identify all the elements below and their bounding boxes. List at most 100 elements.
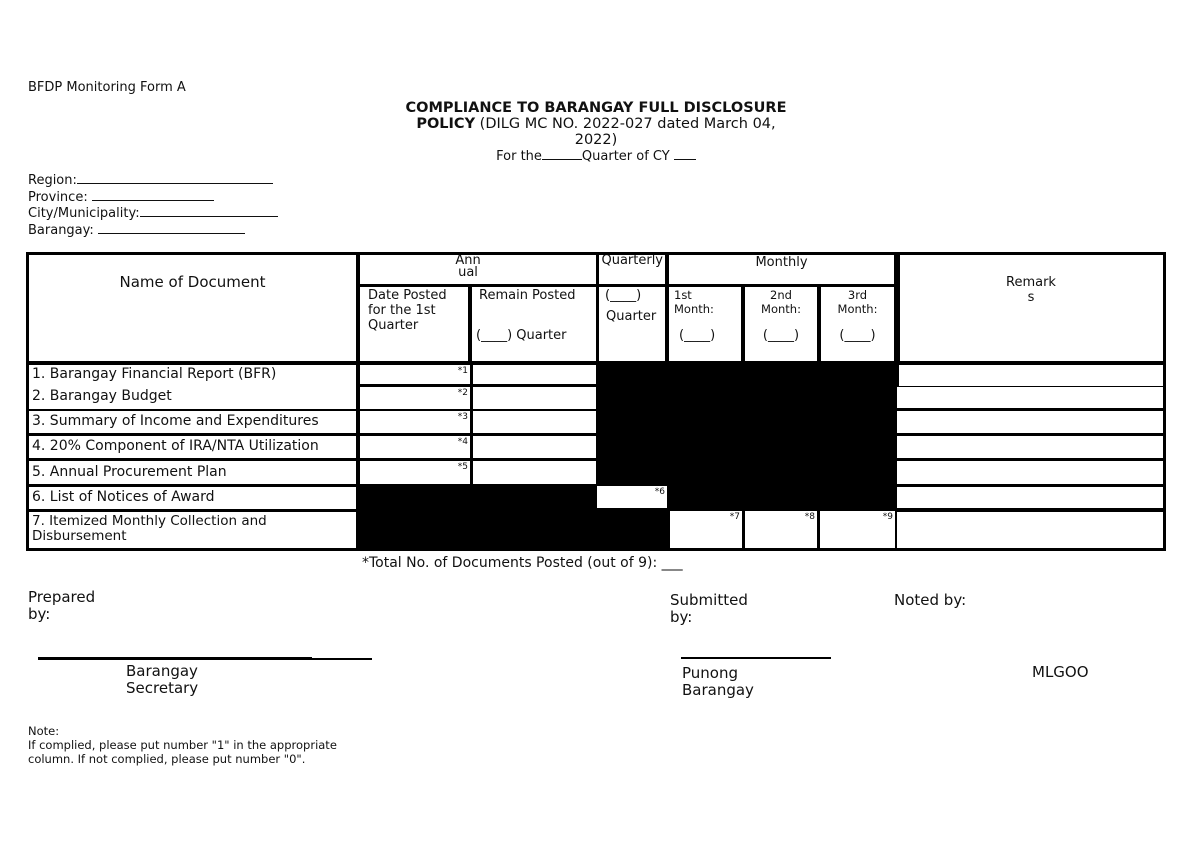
remain-posted-input-2[interactable]	[473, 387, 596, 409]
period-mid: Quarter of CY	[581, 149, 670, 164]
quarter-blank[interactable]	[541, 148, 582, 160]
header-month-1: 1st Month: (____)	[669, 287, 741, 361]
month-1-sub: Month:	[674, 302, 714, 316]
compliance-table: Name of Document Annual Quarterly Monthl…	[26, 252, 1166, 551]
name-of-document-label: Name of Document	[119, 273, 266, 291]
title-line-3: 2022)	[574, 132, 618, 148]
barangay-input[interactable]	[97, 222, 245, 234]
quarterly-label: Quarterly	[601, 255, 663, 268]
item-marker: *6	[654, 487, 665, 497]
quarter-label: Quarter	[606, 309, 657, 324]
remarks-input-2[interactable]	[897, 387, 1163, 408]
region-input[interactable]	[76, 172, 273, 184]
submitted-role: Punong Barangay	[682, 664, 754, 699]
date-posted-input-2[interactable]: *2	[360, 387, 470, 409]
prepared-role: Barangay Secretary	[126, 662, 199, 697]
city-label: City/Municipality:	[28, 206, 140, 221]
date-posted-input-5[interactable]: *5	[360, 461, 470, 484]
row-name: 5. Annual Procurement Plan	[32, 464, 227, 480]
remarks-input-6[interactable]	[897, 487, 1163, 508]
barangay-field: Barangay:	[28, 222, 278, 239]
quarter-blank-label: (____)	[605, 288, 642, 303]
cy-blank[interactable]	[673, 148, 696, 160]
prepared-signature-line-ext	[312, 658, 372, 660]
annual-label: Annual	[455, 255, 481, 280]
location-fields: Region: Province: City/Municipality: Bar…	[28, 172, 278, 238]
table-row: 5. Annual Procurement Plan	[29, 461, 356, 484]
noted-by-label: Noted by:	[894, 591, 967, 609]
monthly-label: Monthly	[755, 255, 808, 270]
submitted-by-label: Submitted by:	[670, 591, 748, 626]
month-1-input-7[interactable]: *7	[670, 511, 742, 548]
item-marker: *3	[457, 412, 468, 422]
month-3-input-9[interactable]: *9	[820, 511, 895, 548]
note: Note: If complied, please put number "1"…	[28, 724, 368, 766]
header-name-of-document: Name of Document	[29, 255, 356, 361]
title-bold-2: POLICY	[416, 116, 476, 132]
remarks-input-4[interactable]	[897, 436, 1163, 458]
date-posted-input-1[interactable]: *1	[360, 365, 470, 384]
remain-quarter-label: (____) Quarter	[476, 328, 567, 343]
remarks-input-7[interactable]	[897, 512, 1163, 548]
remain-posted-input-5[interactable]	[473, 461, 596, 484]
period-line: For the Quarter of CY	[370, 148, 822, 165]
total-documents-posted: *Total No. of Documents Posted (out of 9…	[362, 555, 683, 571]
form-code: BFDP Monitoring Form A	[28, 80, 186, 95]
row-name: 3. Summary of Income and Expenditures	[32, 413, 319, 429]
month-1-blank[interactable]: (____)	[679, 328, 715, 343]
remain-posted-input-1[interactable]	[473, 365, 596, 384]
row-name: 2. Barangay Budget	[32, 388, 172, 404]
header-annual: Annual	[360, 255, 596, 284]
table-row: 4. 20% Component of IRA/NTA Utilization	[29, 436, 356, 458]
item-marker: *5	[457, 462, 468, 472]
remarks-input-1[interactable]	[899, 365, 1163, 386]
month-3-label: 3rd	[847, 288, 868, 302]
item-marker: *9	[882, 512, 893, 522]
period-prefix: For the	[496, 149, 542, 164]
quarterly-input-6[interactable]: *6	[597, 486, 667, 508]
header-quarterly: Quarterly	[599, 255, 665, 284]
item-marker: *4	[457, 437, 468, 447]
table-row: 3. Summary of Income and Expenditures	[29, 411, 356, 433]
barangay-label: Barangay:	[28, 222, 98, 238]
remarks-input-3[interactable]	[897, 411, 1163, 433]
header-month-3: 3rd Month: (____)	[821, 287, 894, 361]
remarks-input-5[interactable]	[897, 461, 1163, 484]
month-2-input-8[interactable]: *8	[745, 511, 817, 548]
month-3-sub: Month:	[837, 302, 878, 316]
table-row: 6. List of Notices of Award	[29, 487, 356, 509]
header-quarter: (____) Quarter	[599, 287, 665, 361]
noted-role: MLGOO	[1032, 663, 1089, 681]
city-field: City/Municipality:	[28, 205, 278, 222]
province-field: Province:	[28, 189, 278, 206]
date-posted-input-3[interactable]: *3	[360, 411, 470, 433]
submitted-signature-line	[681, 657, 831, 659]
remain-posted-input-3[interactable]	[473, 411, 596, 433]
remain-posted-input-4[interactable]	[473, 436, 596, 458]
header-date-posted: Date Posted for the 1st Quarter	[360, 287, 468, 361]
header-remain-posted: Remain Posted (____) Quarter	[472, 287, 596, 361]
date-posted-input-4[interactable]: *4	[360, 436, 470, 458]
item-marker: *7	[729, 512, 740, 522]
title-rest-2: (DILG MC NO. 2022-027 dated March 04,	[475, 116, 776, 132]
month-2-blank[interactable]: (____)	[745, 328, 817, 343]
prepared-by-label: Prepared by:	[28, 588, 96, 623]
row-name: 4. 20% Component of IRA/NTA Utilization	[32, 438, 319, 454]
item-marker: *2	[457, 388, 468, 398]
region-field: Region:	[28, 172, 278, 189]
document-title: COMPLIANCE TO BARANGAY FULL DISCLOSURE P…	[370, 100, 822, 165]
header-monthly: Monthly	[669, 255, 894, 284]
row-name: 6. List of Notices of Award	[32, 489, 215, 505]
month-3-blank[interactable]: (____)	[821, 328, 894, 343]
city-input[interactable]	[139, 205, 278, 217]
row-name: 7. Itemized Monthly Collection and Disbu…	[32, 513, 267, 544]
header-remarks: Remarks	[900, 255, 1163, 361]
month-2-label: 2nd	[770, 288, 792, 302]
row-name: 1. Barangay Financial Report (BFR)	[32, 366, 277, 382]
title-line-1: COMPLIANCE TO BARANGAY FULL DISCLOSURE	[405, 100, 787, 116]
note-title: Note:	[28, 724, 60, 738]
month-1-label: 1st	[674, 288, 692, 302]
province-input[interactable]	[91, 189, 214, 201]
item-marker: *8	[804, 512, 815, 522]
region-label: Region:	[28, 173, 77, 188]
